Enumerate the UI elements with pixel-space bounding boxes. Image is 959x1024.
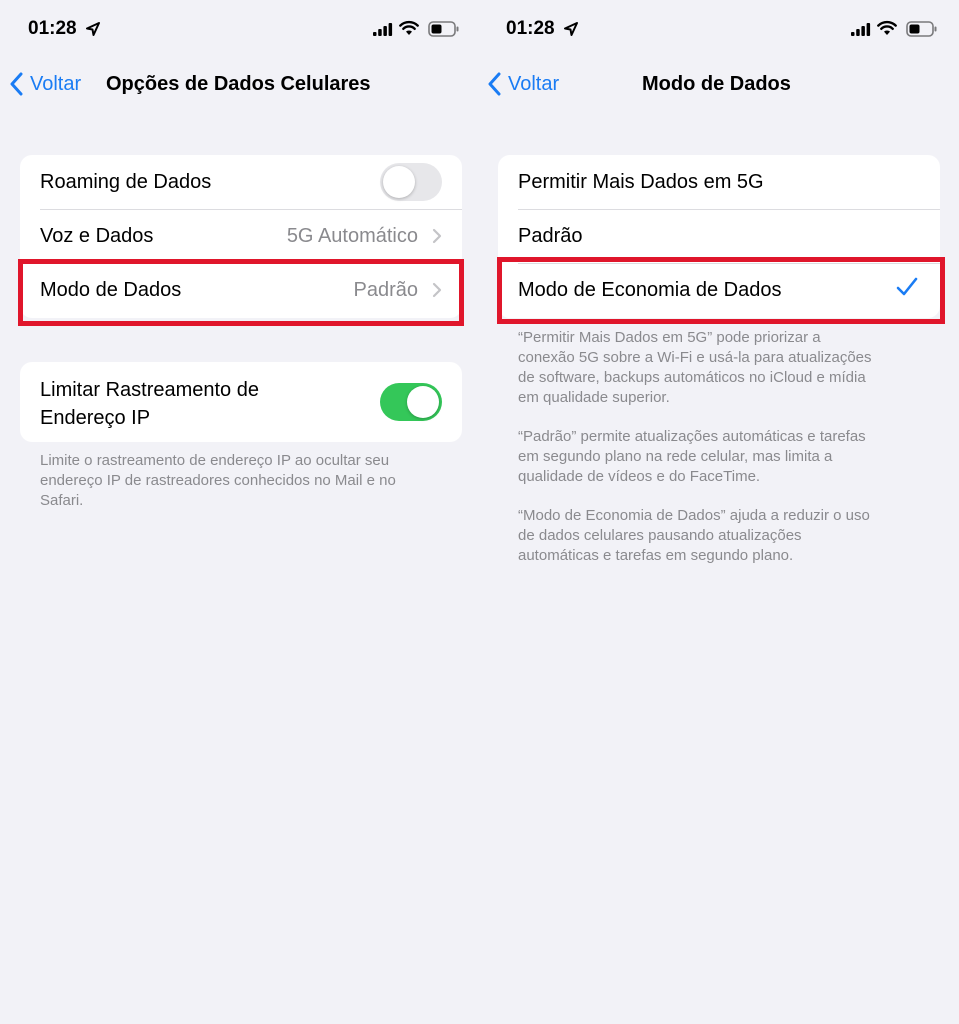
back-label: Voltar <box>508 72 560 95</box>
back-button[interactable]: Voltar <box>488 72 559 96</box>
page-title: Opções de Dados Celulares <box>106 73 371 95</box>
navigation-bar: Voltar Modo de Dados <box>478 62 956 108</box>
option-label: Padrão <box>518 224 583 247</box>
ip-tracking-toggle[interactable] <box>380 383 442 421</box>
disclosure-chevron-icon <box>432 228 442 244</box>
roaming-label: Roaming de Dados <box>40 170 212 193</box>
status-bar: 01:28 <box>0 14 478 48</box>
highlight-box <box>497 257 945 324</box>
status-time: 01:28 <box>28 18 77 39</box>
footnote-line: de dados celulares pausando atualizações <box>518 527 802 544</box>
toggle-knob <box>383 166 415 198</box>
back-chevron-icon <box>488 72 501 96</box>
option-footnote-standard: “Padrão” permite atualizações automática… <box>518 427 923 487</box>
wifi-icon <box>877 20 897 35</box>
ip-tracking-group: Limitar Rastreamento de Endereço IP <box>20 362 462 442</box>
left-screen: 01:28 Voltar Opções de Dados Celulares R… <box>0 0 478 1024</box>
footnote-line: qualidade de vídeos e do FaceTime. <box>518 468 761 485</box>
voice-data-row[interactable]: Voz e Dados 5G Automático <box>20 209 462 263</box>
location-arrow-icon <box>564 22 578 36</box>
wifi-icon <box>399 20 419 35</box>
footnote-line: endereço IP de rastreadores conhecidos n… <box>40 472 396 489</box>
battery-icon <box>428 21 459 37</box>
roaming-toggle[interactable] <box>380 163 442 201</box>
footnote-line: conexão 5G sobre a Wi-Fi e usá-la para a… <box>518 349 872 366</box>
battery-icon <box>906 21 937 37</box>
location-arrow-icon <box>86 22 100 36</box>
back-chevron-icon <box>10 72 23 96</box>
cellular-signal-icon <box>373 23 393 36</box>
option-row[interactable]: Padrão <box>498 209 940 263</box>
toggle-knob <box>407 386 439 418</box>
page-title: Modo de Dados <box>642 73 791 95</box>
footnote-line: de software, backups automáticos no iClo… <box>518 369 866 386</box>
roaming-row: Roaming de Dados <box>20 155 462 209</box>
back-button[interactable]: Voltar <box>10 72 81 96</box>
status-time: 01:28 <box>506 18 555 39</box>
voice-data-label: Voz e Dados <box>40 224 154 247</box>
ip-tracking-footnote: Limite o rastreamento de endereço IP ao … <box>40 451 445 511</box>
option-footnote-more-5g: “Permitir Mais Dados em 5G” pode prioriz… <box>518 328 923 408</box>
voice-data-value: 5G Automático <box>286 224 418 247</box>
right-screen: 01:28 Voltar Modo de Dados Permitir Mais… <box>478 0 956 1024</box>
option-label: Permitir Mais Dados em 5G <box>518 170 764 193</box>
footnote-line: automáticas e tarefas em segundo plano. <box>518 547 794 564</box>
footnote-line: Limite o rastreamento de endereço IP ao … <box>40 452 390 469</box>
footnote-line: Safari. <box>40 492 84 509</box>
ip-tracking-label-line: Endereço IP <box>40 407 151 429</box>
ip-tracking-label-line: Limitar Rastreamento de <box>40 379 259 401</box>
highlight-box <box>18 259 464 326</box>
cellular-signal-icon <box>851 23 871 36</box>
ip-tracking-label: Limitar Rastreamento de Endereço IP <box>40 376 259 432</box>
back-label: Voltar <box>30 72 82 95</box>
footnote-line: em segundo plano na rede celular, mas li… <box>518 448 833 465</box>
footnote-line: “Modo de Economia de Dados” ajuda a redu… <box>518 507 870 524</box>
footnote-line: “Padrão” permite atualizações automática… <box>518 428 866 445</box>
footnote-line: “Permitir Mais Dados em 5G” pode prioriz… <box>518 329 821 346</box>
option-row[interactable]: Permitir Mais Dados em 5G <box>498 155 940 209</box>
footnote-line: em qualidade superior. <box>518 389 670 406</box>
option-footnote-low-data: “Modo de Economia de Dados” ajuda a redu… <box>518 506 923 566</box>
status-bar: 01:28 <box>478 14 956 48</box>
navigation-bar: Voltar Opções de Dados Celulares <box>0 62 478 108</box>
